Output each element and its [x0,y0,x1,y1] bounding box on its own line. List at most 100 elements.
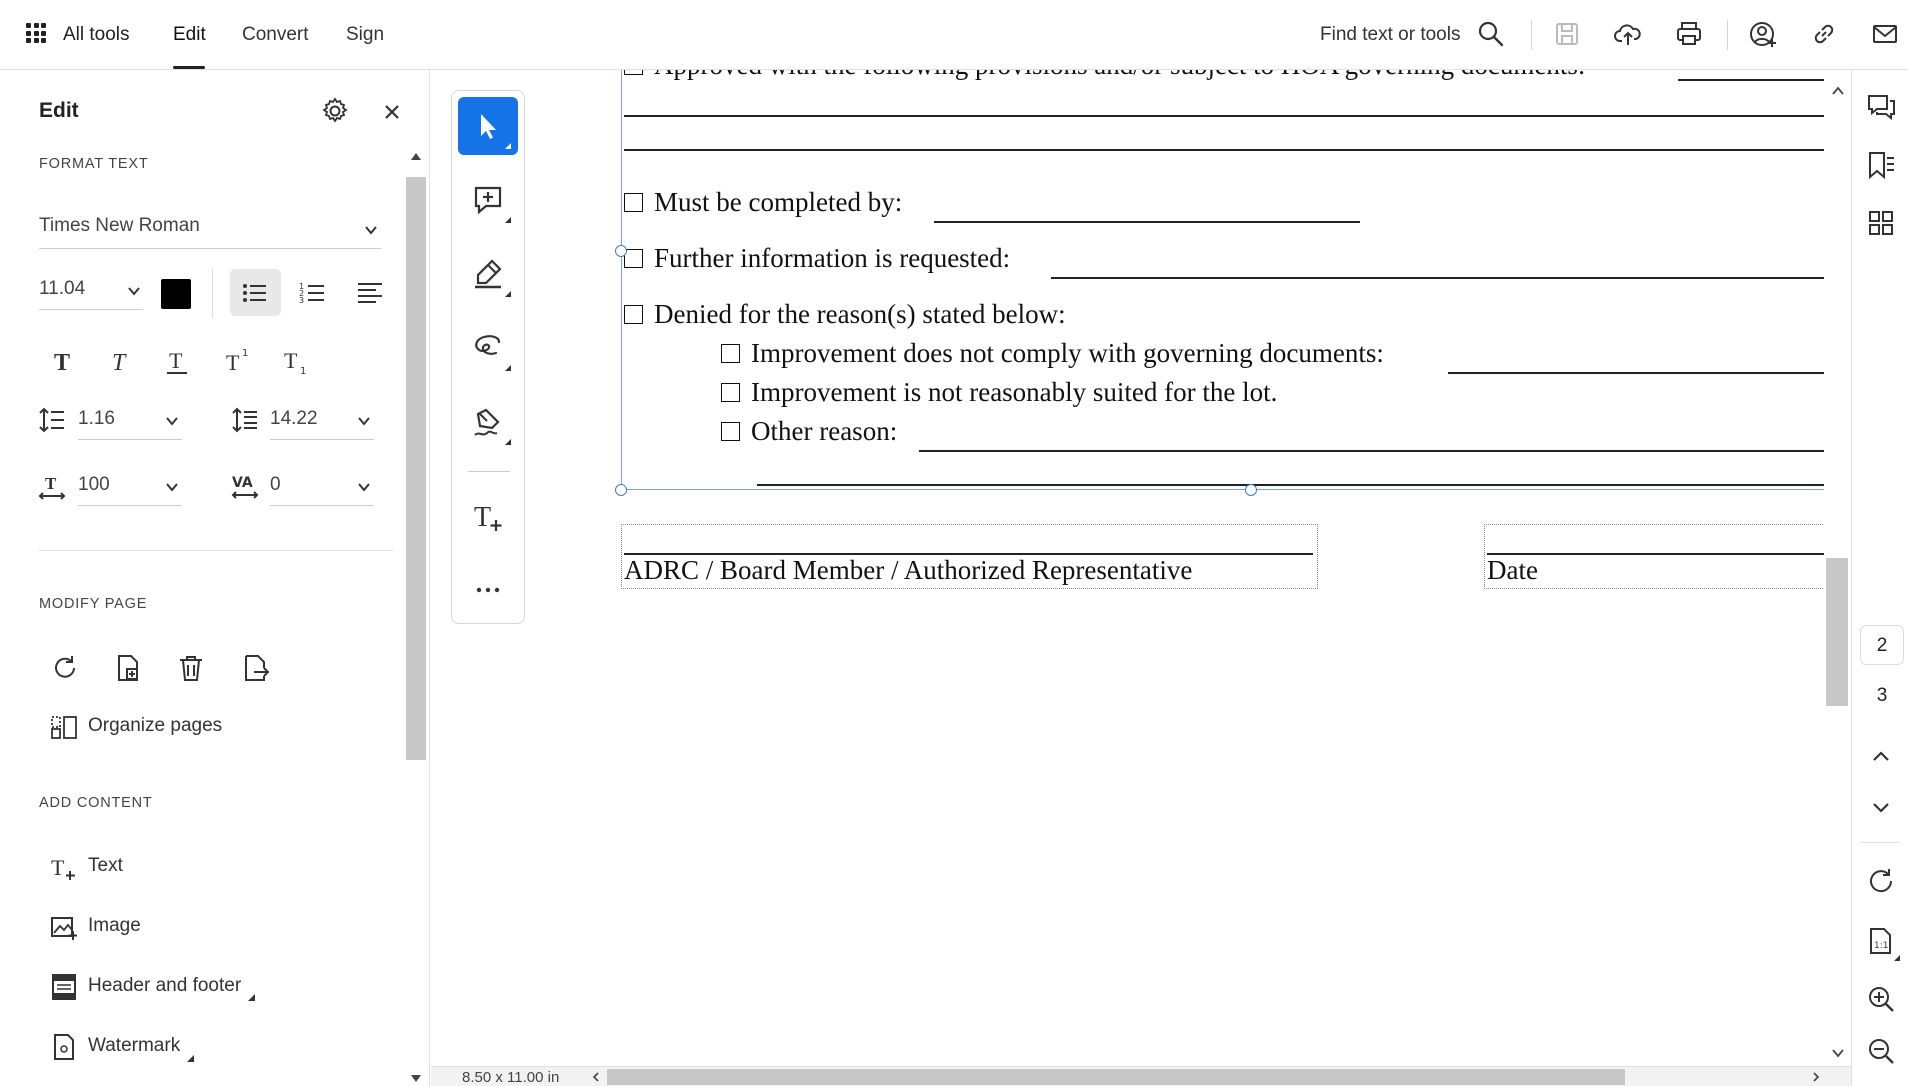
link-icon[interactable] [1810,20,1838,48]
tab-sign[interactable]: Sign [346,24,384,46]
paragraph-spacing-select[interactable]: 14.22 [270,400,374,440]
cloud-upload-icon[interactable] [1614,20,1642,48]
text-color-swatch[interactable] [161,279,191,309]
all-tools-button[interactable]: All tools [63,24,130,46]
scroll-up-arrow-icon[interactable] [410,152,422,162]
share-user-icon[interactable] [1749,20,1777,48]
tab-edit[interactable]: Edit [173,24,206,46]
scroll-down-arrow-icon[interactable] [410,1073,422,1083]
svg-text:T: T [474,502,491,532]
separator [212,268,213,318]
insert-page-icon[interactable] [113,653,143,683]
align-left-icon[interactable] [356,278,386,308]
selection-handle[interactable] [615,484,627,496]
zoom-out-icon[interactable] [1866,1036,1896,1066]
horizontal-scrollbar-thumb[interactable] [607,1069,1625,1085]
close-icon[interactable] [380,100,404,124]
tab-convert[interactable]: Convert [242,24,309,46]
rotate-page-icon[interactable] [50,653,80,683]
highlight-tool[interactable] [458,245,518,303]
svg-text:T: T [51,855,65,880]
header-footer-button[interactable]: Header and footer [88,975,241,997]
submenu-corner-indicator [505,439,511,445]
text-block-selection[interactable] [621,70,1824,490]
page-fit-icon[interactable]: 1:1 [1866,926,1896,956]
right-sidebar: 2 3 1:1 [1851,70,1908,1086]
chevron-down-icon [128,287,140,296]
subscript-icon[interactable]: T1 [282,346,312,376]
add-text-tool[interactable]: T [458,487,518,545]
comments-icon[interactable] [1866,92,1896,122]
font-family-select[interactable]: Times New Roman [39,209,381,249]
svg-text:T: T [45,474,57,493]
numbered-list-icon[interactable]: 1 2 3 [298,278,328,308]
italic-icon[interactable]: T [107,346,137,376]
submenu-corner-indicator [505,217,511,223]
scroll-right-arrow-icon[interactable] [1811,1072,1821,1082]
print-icon[interactable] [1675,20,1703,48]
next-page-number[interactable]: 3 [1860,676,1904,716]
line-spacing-select[interactable]: 1.16 [78,400,182,440]
draw-tool[interactable] [458,319,518,377]
organize-pages-button[interactable]: Organize pages [88,715,222,737]
selection-handle[interactable] [1245,484,1257,496]
find-text-or-tools[interactable]: Find text or tools [1320,24,1460,46]
scroll-up-arrow-icon[interactable] [1832,86,1844,96]
current-page-number[interactable]: 2 [1860,625,1904,665]
gear-icon[interactable] [320,96,350,126]
more-options-icon [476,587,500,593]
organize-pages-icon [51,716,77,739]
add-content-heading: ADD CONTENT [39,795,153,811]
sign-tool[interactable] [458,393,518,451]
save-icon[interactable] [1553,20,1581,48]
freehand-draw-icon [475,335,501,355]
paragraph-spacing-value: 14.22 [270,408,318,429]
more-tools-button[interactable] [458,561,518,619]
svg-text:3: 3 [299,296,304,305]
active-tab-indicator [173,66,205,69]
underline-icon[interactable]: T [163,346,193,376]
character-spacing-select[interactable]: 0 [270,466,374,506]
superscript-icon[interactable]: T1 [224,346,254,376]
rotate-view-icon[interactable] [1866,866,1896,896]
select-tool[interactable] [458,97,518,155]
search-icon[interactable] [1477,20,1505,48]
horizontal-scale-value: 100 [78,474,110,495]
thumbnails-icon[interactable] [1866,208,1896,238]
scroll-left-arrow-icon[interactable] [591,1072,601,1082]
delete-page-icon[interactable] [176,653,206,683]
toolbar-separator [1531,20,1532,50]
apps-grid-icon[interactable] [26,23,46,43]
panel-scrollbar[interactable] [404,147,428,1086]
pen-sign-icon [474,408,500,436]
chevron-up-icon[interactable] [1870,746,1892,768]
document-scrollbar-thumb[interactable] [1826,558,1848,706]
add-text-button[interactable]: Text [88,855,123,877]
bulleted-list-icon[interactable] [240,278,270,308]
zoom-in-icon[interactable] [1866,984,1896,1014]
extract-page-icon[interactable] [240,653,270,683]
selection-handle[interactable] [615,245,627,257]
email-icon[interactable] [1871,20,1899,48]
horizontal-scale-icon: T [38,474,66,500]
font-family-value: Times New Roman [39,215,200,236]
horizontal-scale-select[interactable]: 100 [78,466,182,506]
bold-icon[interactable]: T [50,346,80,376]
bookmarks-icon[interactable] [1866,150,1896,180]
add-image-button[interactable]: Image [88,915,141,937]
document-viewport[interactable]: Approved with the following provisions a… [431,70,1851,1068]
chevron-down-icon [358,417,370,426]
document-scrollbar[interactable] [1824,70,1851,1070]
header-footer-icon [52,974,76,1000]
chevron-down-icon [166,483,178,492]
tool-separator [468,471,510,472]
scroll-down-arrow-icon[interactable] [1832,1048,1844,1058]
chevron-down-icon[interactable] [1870,796,1892,818]
panel-scrollbar-thumb[interactable] [406,177,426,760]
pdf-page[interactable]: Approved with the following provisions a… [431,70,1829,1068]
add-comment-tool[interactable] [458,171,518,229]
chevron-down-icon [358,483,370,492]
format-text-heading: FORMAT TEXT [39,156,149,172]
font-size-select[interactable]: 11.04 [39,270,143,310]
watermark-button[interactable]: Watermark [88,1035,180,1057]
